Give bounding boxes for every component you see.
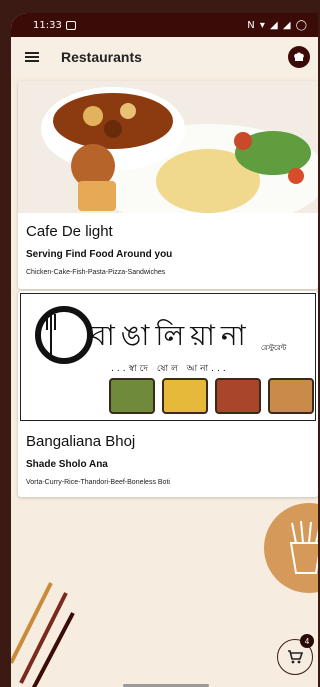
shopping-cart-icon	[288, 650, 303, 664]
chef-hat-icon	[294, 52, 304, 61]
restaurant-image	[18, 81, 318, 213]
plate-fork-logo-icon	[35, 306, 93, 364]
food-thumbnail	[215, 378, 261, 414]
restaurant-card-cafe[interactable]: Cafe De light Serving Find Food Around y…	[18, 81, 318, 289]
banner-small-text: রেস্টুরেন্ট	[261, 344, 287, 352]
restaurant-name: Cafe De light	[26, 223, 113, 240]
food-thumbnail	[109, 378, 155, 414]
cart-count-badge: 4	[300, 634, 314, 648]
restaurant-categories: Vorta-Curry-Rice-Thandori-Beef-Boneless …	[26, 479, 170, 486]
restaurant-tagline: Shade Sholo Ana	[26, 459, 108, 470]
status-bar: 11:33 N ▾ ◢ ◢ ◯	[11, 13, 318, 37]
restaurant-tagline: Serving Find Food Around you	[26, 249, 173, 260]
brand-logo-icon[interactable]	[288, 46, 310, 68]
app-screen: 11:33 N ▾ ◢ ◢ ◯ Restaurants Cafe De ligh…	[11, 13, 318, 687]
food-thumbnail	[162, 378, 208, 414]
decorative-stripes	[11, 582, 75, 687]
gallery-notification-icon	[65, 20, 76, 30]
food-thumbnails	[109, 378, 314, 414]
decorative-fries-circle	[264, 503, 318, 593]
banner-title: বাঙালিয়ানা	[91, 319, 252, 352]
page-title: Restaurants	[61, 49, 142, 65]
restaurant-card-bangaliana[interactable]: বাঙালিয়ানা ...স্বাদে ষোল আনা... রেস্টুর…	[18, 291, 318, 497]
app-bar: Restaurants	[11, 37, 318, 77]
fries-icon	[289, 520, 318, 574]
restaurant-banner: বাঙালিয়ানা ...স্বাদে ষোল আনা... রেস্টুর…	[20, 293, 316, 421]
status-icons: N ▾ ◢ ◢ ◯	[247, 19, 308, 31]
hamburger-menu-icon[interactable]	[25, 52, 39, 62]
banner-subtitle: ...স্বাদে ষোল আনা...	[111, 364, 229, 374]
status-time: 11:33	[33, 19, 62, 31]
restaurant-categories: Chicken-Cake-Fish-Pasta-Pizza-Sandwiches	[26, 269, 166, 276]
cart-button[interactable]: 4	[277, 634, 314, 675]
food-thumbnail	[268, 378, 314, 414]
restaurant-name: Bangaliana Bhoj	[26, 433, 136, 450]
